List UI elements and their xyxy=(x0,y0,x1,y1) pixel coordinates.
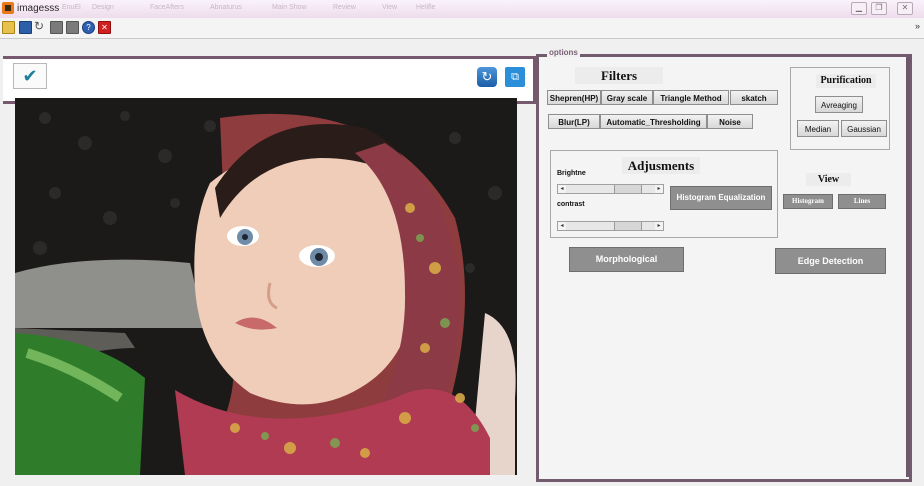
restore-icon[interactable]: ❐ xyxy=(871,2,887,15)
gray-scale-button[interactable]: Gray scale xyxy=(601,90,653,105)
filters-heading: Filters xyxy=(575,67,663,84)
options-title: options xyxy=(547,48,580,57)
lines-button[interactable]: Lines xyxy=(838,194,886,209)
morphological-button[interactable]: Morphological xyxy=(569,247,684,272)
close-icon[interactable]: ✕ xyxy=(897,2,913,15)
gaussian-button[interactable]: Gaussian xyxy=(841,120,887,137)
image-preview xyxy=(15,98,517,475)
app-icon xyxy=(2,2,14,14)
automatic-thresholding-button[interactable]: Automatic_Thresholding xyxy=(600,114,707,129)
open-icon[interactable] xyxy=(2,21,15,34)
check-icon[interactable]: ✔ xyxy=(13,63,47,89)
crop-icon[interactable]: ⧉ xyxy=(505,67,525,87)
slider-right-icon[interactable]: ▸ xyxy=(655,222,663,230)
minimize-icon[interactable]: ▁ xyxy=(851,2,867,15)
ghost-menu-item: Design xyxy=(92,4,114,11)
purification-heading: Purification xyxy=(816,74,876,88)
median-button[interactable]: Median xyxy=(797,120,839,137)
save-icon[interactable] xyxy=(19,21,32,34)
slider-left-icon[interactable]: ◂ xyxy=(558,222,566,230)
slider-left-icon[interactable]: ◂ xyxy=(558,185,566,193)
ghost-menu-item: Abnaturus xyxy=(210,4,242,11)
contrast-slider[interactable]: ◂ ▸ xyxy=(557,221,664,231)
brightness-label: Brightne xyxy=(557,170,586,177)
adjustments-heading: Adjusments xyxy=(622,157,700,174)
toolbar-overflow-icon[interactable]: » xyxy=(915,21,920,31)
triangle-method-button[interactable]: Triangle Method xyxy=(653,90,729,105)
toolbar: ↻ ? ✕ » xyxy=(0,18,924,39)
histogram-button[interactable]: Histogram xyxy=(783,194,833,209)
view-heading: View xyxy=(806,173,851,186)
slider-thumb[interactable] xyxy=(614,185,642,193)
ghost-menu-item: View xyxy=(382,4,398,11)
blur-button[interactable]: Blur(LP) xyxy=(548,114,600,129)
contrast-label: contrast xyxy=(557,201,585,208)
rotate-icon[interactable]: ↻ xyxy=(477,67,497,87)
title-bar: imagesss EnuEl Design FaceAfters Abnatur… xyxy=(0,0,924,19)
ghost-menu-item: EnuEl xyxy=(62,4,81,11)
grid-icon[interactable] xyxy=(66,21,79,34)
grid-icon[interactable] xyxy=(50,21,63,34)
close-icon[interactable]: ✕ xyxy=(98,21,111,34)
help-icon[interactable]: ? xyxy=(82,21,95,34)
ghost-menu-item: Helifle xyxy=(416,4,436,11)
slider-right-icon[interactable]: ▸ xyxy=(655,185,663,193)
ghost-menu-item: Main Show xyxy=(272,4,307,11)
slider-thumb[interactable] xyxy=(614,222,642,230)
ghost-menu-item: FaceAfters xyxy=(150,4,184,11)
window-title: imagesss xyxy=(17,3,60,14)
averaging-button[interactable]: Avreaging xyxy=(815,96,863,113)
options-scrollbar[interactable] xyxy=(906,57,910,477)
edge-detection-button[interactable]: Edge Detection xyxy=(775,248,886,274)
sharpen-button[interactable]: Shepren(HP) xyxy=(547,90,601,105)
ghost-menu-item: Review xyxy=(333,4,356,11)
image-toolbar: ✔ ↻ ⧉ xyxy=(3,56,536,104)
sketch-button[interactable]: skatch xyxy=(730,90,778,105)
noise-button[interactable]: Noise xyxy=(707,114,753,129)
refresh-icon[interactable]: ↻ xyxy=(34,19,45,33)
brightness-slider[interactable]: ◂ ▸ xyxy=(557,184,664,194)
histogram-equalization-button[interactable]: Histogram Equalization xyxy=(670,186,772,210)
